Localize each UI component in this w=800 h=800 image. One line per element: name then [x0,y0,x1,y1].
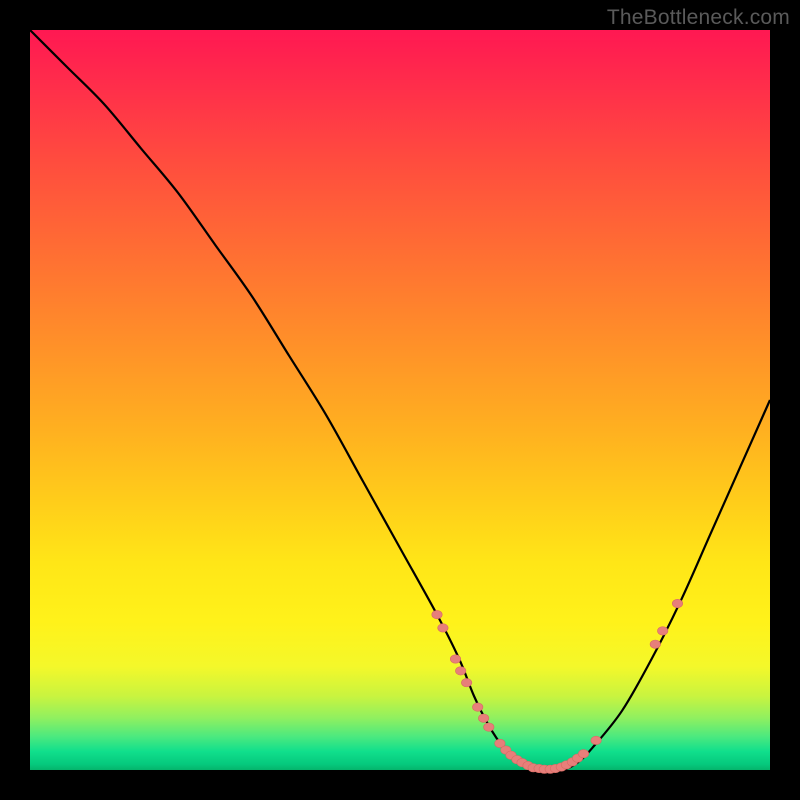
curve-marker [450,655,460,663]
curve-marker [455,667,465,675]
curve-marker [478,714,488,722]
curve-marker [591,736,601,744]
curve-marker [484,723,494,731]
chart-frame [30,30,770,770]
watermark-text: TheBottleneck.com [607,6,790,30]
curve-marker [672,599,682,607]
curve-marker [658,627,668,635]
curve-marker [461,678,471,686]
curve-marker [432,610,442,618]
chart-svg [30,30,770,770]
curve-marker [650,640,660,648]
bottleneck-curve [30,30,770,771]
curve-markers [432,599,683,773]
curve-marker [578,750,588,758]
curve-marker [438,624,448,632]
curve-marker [473,703,483,711]
